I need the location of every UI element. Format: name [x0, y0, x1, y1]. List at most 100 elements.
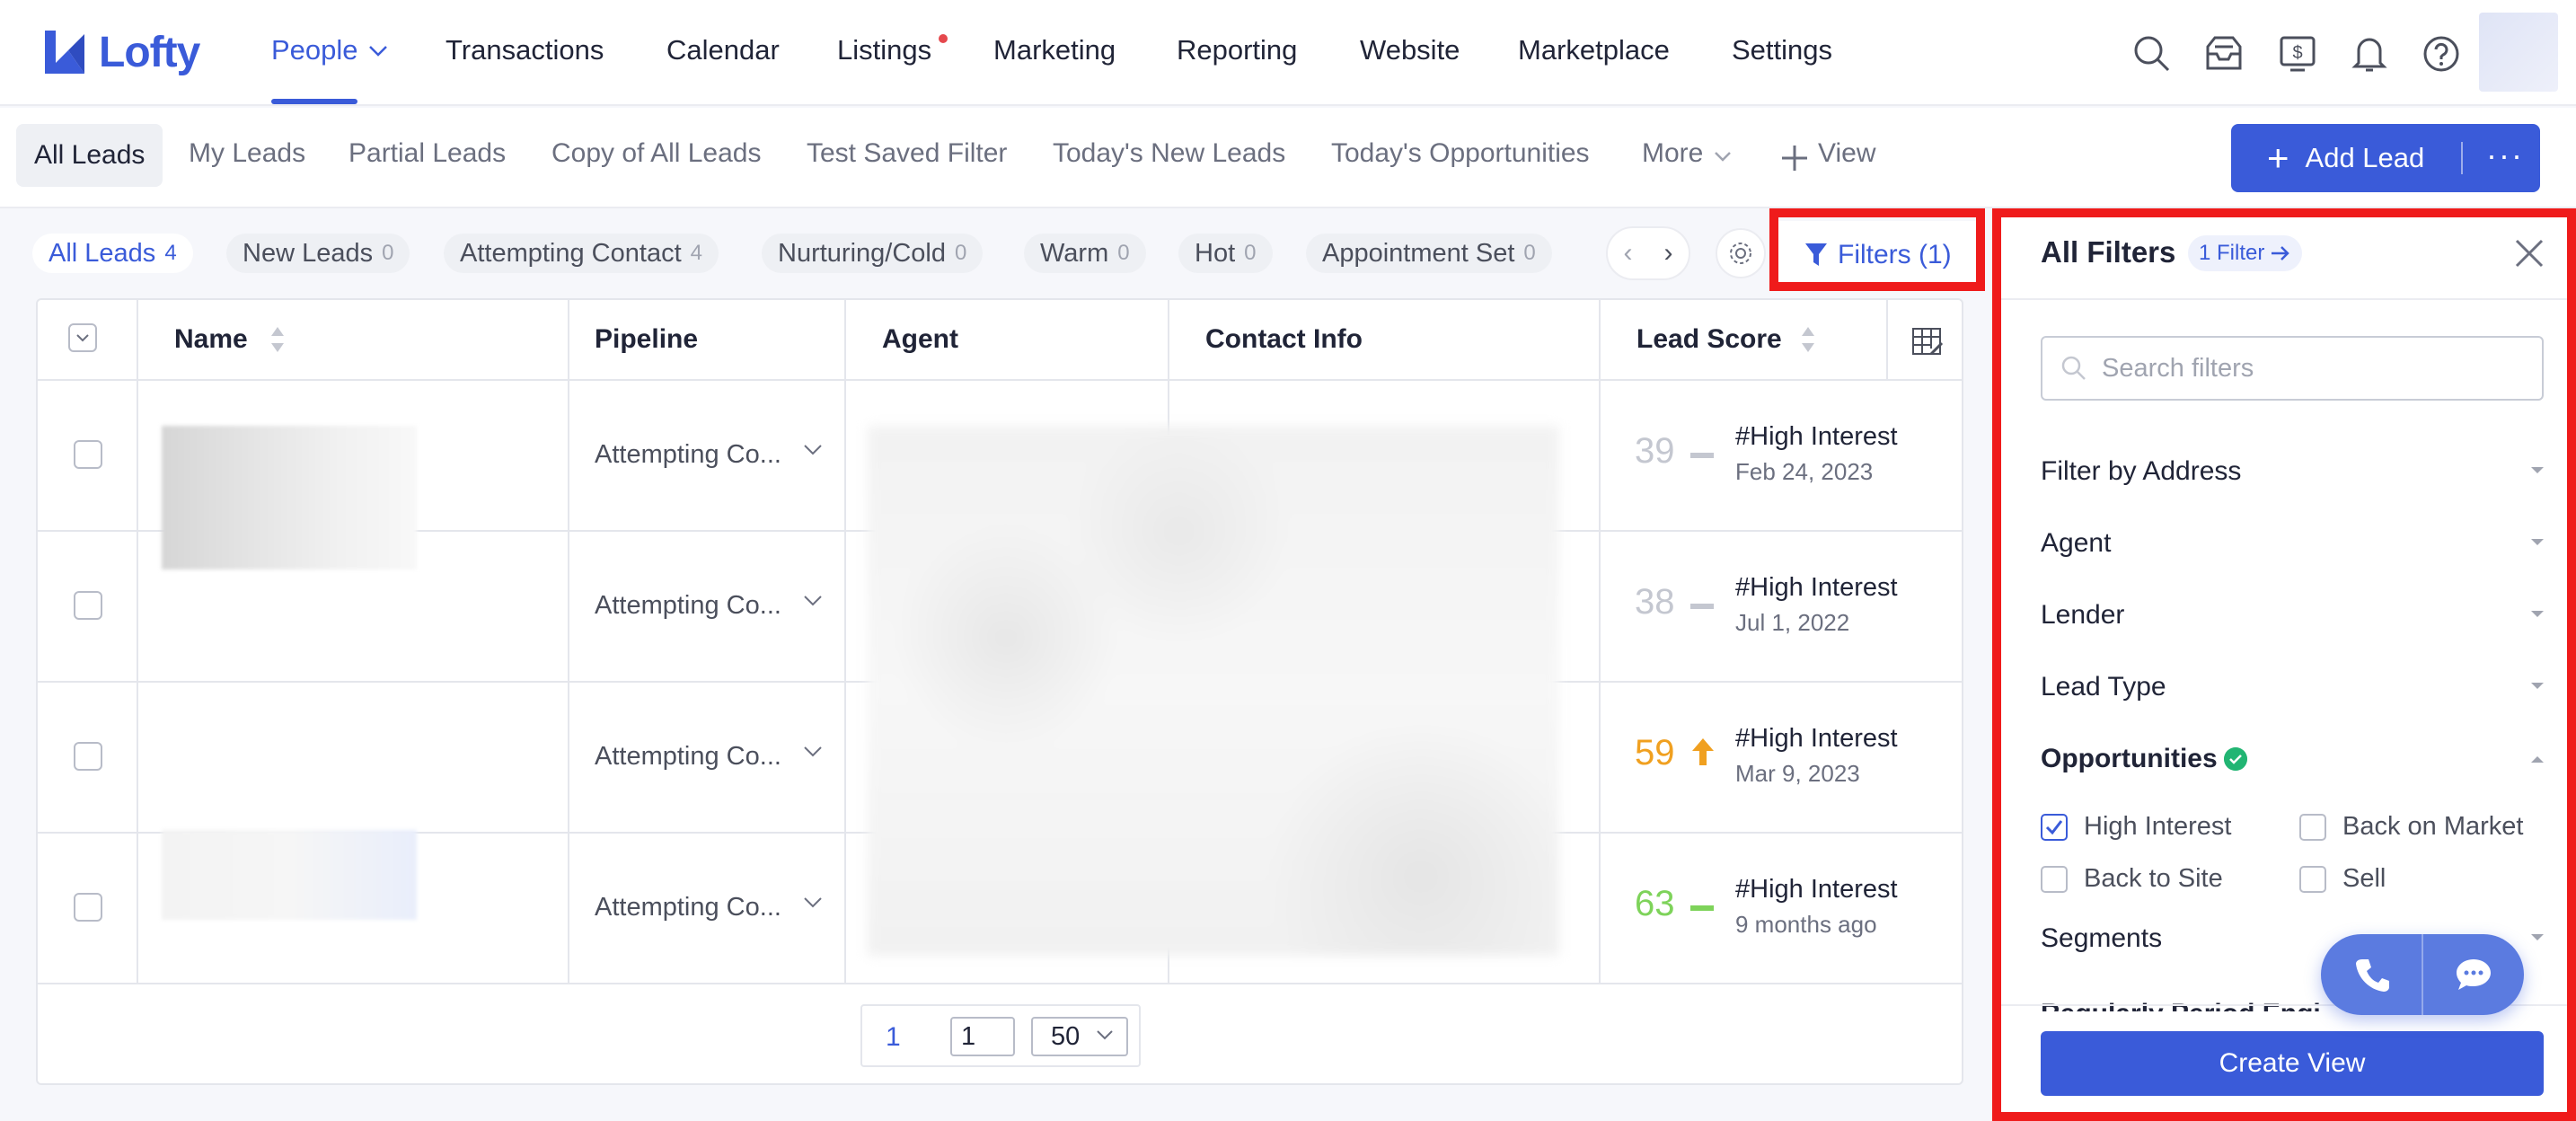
chevron-down-icon: [1097, 1030, 1113, 1040]
row-checkbox[interactable]: [74, 742, 102, 771]
opportunity-tag: #High Interest: [1735, 422, 1898, 451]
row-checkbox[interactable]: [74, 893, 102, 922]
leads-table: Name Pipeline Agent Contact Info Lead Sc…: [36, 298, 1963, 1085]
add-lead-button[interactable]: + Add Lead ···: [2231, 124, 2540, 192]
pipeline-chip-hot[interactable]: Hot 0: [1178, 234, 1273, 273]
pipeline-settings-button[interactable]: [1716, 228, 1766, 278]
tag-date: Mar 9, 2023: [1735, 760, 1860, 787]
chevron-left-icon[interactable]: ‹: [1624, 238, 1633, 269]
pagination: 1 1 50: [860, 1004, 1141, 1067]
view-tab-todays-opportunities[interactable]: Today's Opportunities: [1331, 138, 1590, 169]
chevron-down-icon: [804, 897, 822, 908]
billing-icon[interactable]: $: [2276, 32, 2319, 75]
caret-up-icon[interactable]: [2531, 756, 2544, 763]
bell-icon[interactable]: [2348, 32, 2391, 75]
pipeline-select[interactable]: Attempting Co...: [595, 893, 781, 922]
top-navigation: Lofty People Transactions Calendar Listi…: [0, 0, 2576, 106]
pipeline-select[interactable]: Attempting Co...: [595, 440, 781, 470]
view-tab-test-saved-filter[interactable]: Test Saved Filter: [807, 138, 1007, 169]
search-icon[interactable]: [2130, 32, 2174, 75]
filters-button[interactable]: Filters (1): [1777, 221, 1978, 289]
lead-score: 38: [1635, 582, 1675, 622]
view-tab-partial-leads[interactable]: Partial Leads: [348, 138, 506, 169]
option-sell[interactable]: Sell: [2299, 864, 2386, 894]
select-all-checkbox[interactable]: [68, 323, 97, 352]
pipeline-select[interactable]: Attempting Co...: [595, 742, 781, 772]
column-header-contact-info: Contact Info: [1205, 324, 1363, 354]
nav-marketing[interactable]: Marketing: [993, 34, 1116, 66]
filter-section-opportunities[interactable]: Opportunities: [2041, 744, 2218, 774]
tag-date: Jul 1, 2022: [1735, 609, 1850, 636]
option-back-on-market[interactable]: Back on Market: [2299, 812, 2523, 842]
more-options-icon[interactable]: ···: [2486, 137, 2524, 174]
nav-people[interactable]: People: [271, 34, 358, 66]
filter-icon: [1805, 243, 1827, 266]
option-high-interest[interactable]: High Interest: [2041, 812, 2231, 842]
view-tab-more[interactable]: More: [1642, 138, 1703, 169]
view-tab-copy-of-all-leads[interactable]: Copy of All Leads: [551, 138, 761, 169]
nav-reporting[interactable]: Reporting: [1177, 34, 1297, 66]
chevron-down-icon: [1715, 152, 1731, 162]
chat-icon[interactable]: [2454, 956, 2493, 993]
search-filters-input[interactable]: Search filters: [2041, 336, 2544, 401]
caret-down-icon: [2531, 611, 2544, 617]
page-size-select[interactable]: 50: [1031, 1017, 1128, 1056]
add-view-button[interactable]: View: [1818, 138, 1875, 169]
option-back-to-site[interactable]: Back to Site: [2041, 864, 2223, 894]
pipeline-chip-attempting-contact[interactable]: Attempting Contact 4: [444, 234, 719, 273]
filter-section-lender[interactable]: Lender: [2041, 600, 2544, 631]
nav-website[interactable]: Website: [1360, 34, 1460, 66]
opportunity-tag: #High Interest: [1735, 724, 1898, 753]
current-page[interactable]: 1: [886, 1022, 901, 1053]
page-number-input[interactable]: 1: [950, 1017, 1015, 1056]
view-tab-all-leads[interactable]: All Leads: [16, 124, 163, 187]
sort-icon[interactable]: [269, 323, 286, 356]
pipeline-select[interactable]: Attempting Co...: [595, 591, 781, 621]
pipeline-chip-appointment-set[interactable]: Appointment Set 0: [1306, 234, 1552, 273]
help-icon[interactable]: [2420, 32, 2463, 75]
column-header-lead-score[interactable]: Lead Score: [1636, 300, 1816, 379]
caret-down-icon: [2531, 683, 2544, 689]
column-settings-icon[interactable]: [1911, 327, 1944, 357]
search-icon: [2061, 356, 2086, 380]
chevron-down-icon: [369, 46, 387, 57]
sort-icon[interactable]: [1800, 323, 1816, 356]
filter-section-agent[interactable]: Agent: [2041, 528, 2544, 559]
close-icon[interactable]: [2511, 235, 2547, 271]
filter-section-lead-type[interactable]: Lead Type: [2041, 672, 2544, 702]
nav-calendar[interactable]: Calendar: [666, 34, 780, 66]
pipeline-chip-warm[interactable]: Warm 0: [1024, 234, 1146, 273]
nav-settings[interactable]: Settings: [1732, 34, 1832, 66]
lofty-logo[interactable]: Lofty: [41, 25, 200, 79]
checkbox[interactable]: [2299, 865, 2326, 893]
pipeline-chip-all-leads[interactable]: All Leads 4: [32, 234, 193, 273]
row-checkbox[interactable]: [74, 440, 102, 469]
nav-listings[interactable]: Listings: [837, 34, 931, 66]
filter-section-address[interactable]: Filter by Address: [2041, 456, 2544, 487]
nav-transactions[interactable]: Transactions: [446, 34, 604, 66]
chip-scroll-arrows: ‹ ›: [1606, 226, 1690, 280]
phone-icon[interactable]: [2353, 956, 2391, 993]
view-tab-todays-new-leads[interactable]: Today's New Leads: [1053, 138, 1285, 169]
nav-marketplace[interactable]: Marketplace: [1518, 34, 1670, 66]
row-checkbox[interactable]: [74, 591, 102, 620]
chevron-right-icon[interactable]: ›: [1664, 238, 1673, 269]
column-header-pipeline: Pipeline: [595, 324, 699, 354]
tag-date: Feb 24, 2023: [1735, 458, 1874, 485]
inbox-icon[interactable]: [2202, 32, 2245, 75]
create-view-button[interactable]: Create View: [2041, 1031, 2544, 1096]
pipeline-chip-nurturing-cold[interactable]: Nurturing/Cold 0: [762, 234, 984, 273]
pipeline-chip-new-leads[interactable]: New Leads 0: [226, 234, 410, 273]
button-divider: [2461, 142, 2463, 174]
chevron-down-icon: [804, 596, 822, 606]
lead-score: 59: [1635, 733, 1675, 772]
checkbox[interactable]: [2041, 865, 2068, 893]
view-tab-my-leads[interactable]: My Leads: [189, 138, 305, 169]
column-header-name[interactable]: Name: [174, 300, 286, 379]
svg-text:$: $: [2292, 43, 2302, 63]
filter-count-badge[interactable]: 1 Filter: [2188, 235, 2303, 271]
user-avatar[interactable]: [2479, 13, 2558, 92]
checkbox-checked[interactable]: [2041, 813, 2068, 841]
checkbox[interactable]: [2299, 813, 2326, 841]
lead-score: 63: [1635, 884, 1675, 923]
